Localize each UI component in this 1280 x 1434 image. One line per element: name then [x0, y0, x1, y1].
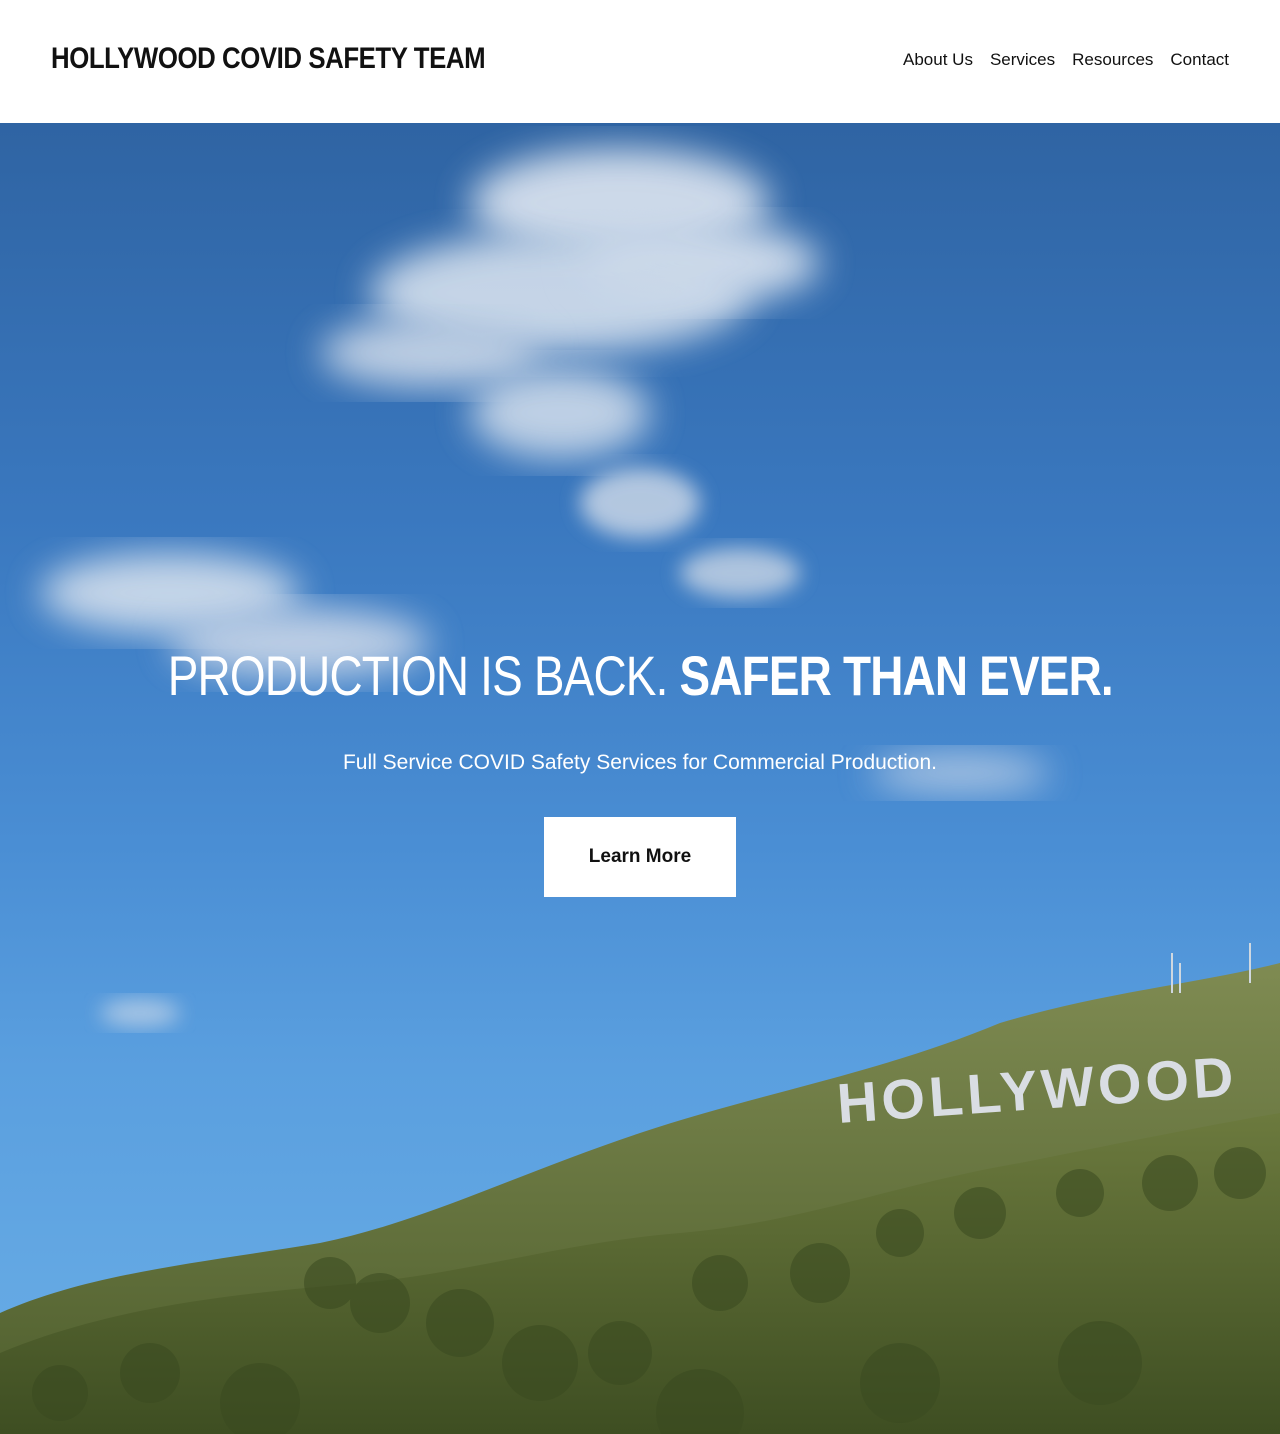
hero-section: HOLLYWOOD PRODUCTION IS BACK. SAFER THAN…	[0, 123, 1280, 1434]
hero-headline: PRODUCTION IS BACK. SAFER THAN EVER.	[0, 643, 1280, 708]
nav-resources[interactable]: Resources	[1072, 50, 1153, 70]
hero-subhead: Full Service COVID Safety Services for C…	[342, 751, 938, 774]
nav-contact[interactable]: Contact	[1170, 50, 1229, 70]
hero-background-image: HOLLYWOOD	[0, 148, 1280, 1434]
nav-services[interactable]: Services	[990, 50, 1055, 70]
site-title-link[interactable]: HOLLYWOOD COVID SAFETY TEAM	[51, 42, 486, 76]
learn-more-button[interactable]: Learn More	[544, 817, 736, 897]
headline-part-2: SAFER THAN EVER.	[679, 644, 1113, 707]
site-header: HOLLYWOOD COVID SAFETY TEAM About Us Ser…	[0, 0, 1280, 123]
nav-about-us[interactable]: About Us	[903, 50, 973, 70]
main-nav: About Us Services Resources Contact	[903, 50, 1229, 70]
headline-part-1: PRODUCTION IS BACK.	[167, 644, 668, 707]
